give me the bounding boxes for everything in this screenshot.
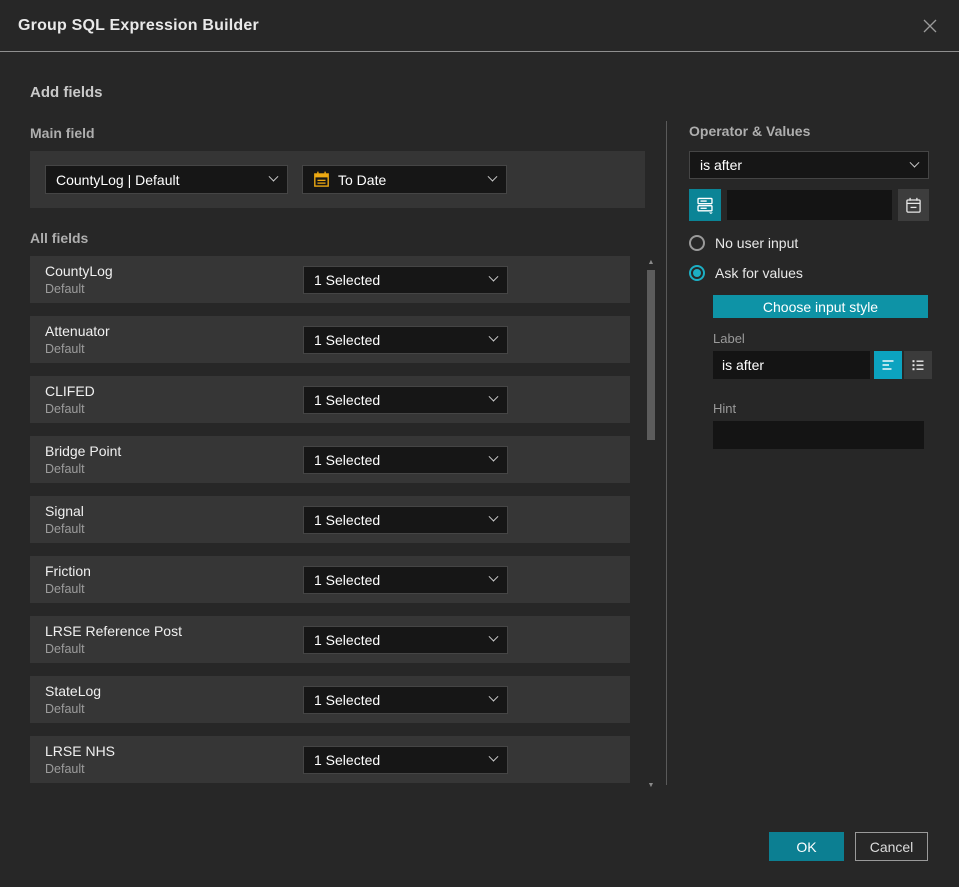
main-field-dropdown[interactable]: CountyLog | Default (45, 165, 288, 194)
chevron-down-icon (488, 391, 499, 402)
radio-ask-for-values-label: Ask for values (715, 265, 803, 281)
field-selection-dropdown[interactable]: 1 Selected (303, 745, 508, 774)
scroll-up-icon[interactable]: ▲ (646, 259, 656, 266)
radio-no-user-input[interactable]: No user input (689, 235, 932, 251)
field-selection-value: 1 Selected (314, 391, 381, 408)
field-row: LRSE Reference Post Default 1 Selected (30, 616, 630, 663)
field-selection-value: 1 Selected (314, 631, 381, 648)
field-subtitle: Default (45, 702, 85, 716)
field-name: Signal (45, 503, 84, 519)
chevron-down-icon (488, 331, 499, 342)
label-input[interactable] (713, 351, 870, 379)
chevron-down-icon (488, 631, 499, 642)
operator-dropdown[interactable]: is after (689, 151, 929, 179)
radio-selected-icon (689, 265, 705, 281)
operator-dropdown-value: is after (700, 157, 743, 173)
chevron-down-icon (488, 571, 499, 582)
main-field-dropdown-value: CountyLog | Default (56, 171, 180, 188)
field-selection-dropdown[interactable]: 1 Selected (303, 325, 508, 354)
field-selection-dropdown[interactable]: 1 Selected (303, 385, 508, 414)
operator-values-panel: Operator & Values is after No user input… (667, 103, 932, 796)
field-name: LRSE NHS (45, 743, 116, 759)
field-subtitle: Default (45, 462, 85, 476)
scroll-down-icon[interactable]: ▼ (646, 782, 656, 789)
field-selection-value: 1 Selected (314, 571, 381, 588)
all-fields-label: All fields (30, 230, 89, 246)
field-selection-dropdown[interactable]: 1 Selected (303, 445, 508, 474)
field-row: CLIFED Default 1 Selected (30, 376, 630, 423)
list-scrollbar[interactable]: ▲ ▼ (646, 256, 656, 789)
main-field-label: Main field (30, 125, 95, 141)
field-selection-dropdown[interactable]: 1 Selected (303, 685, 508, 714)
main-field-panel: CountyLog | Default To Date (30, 151, 645, 208)
all-fields-list: CountyLog Default 1 Selected Attenuator … (30, 256, 656, 789)
calendar-icon (313, 171, 330, 188)
chevron-down-icon (488, 451, 499, 462)
field-name: CountyLog (45, 263, 113, 279)
label-label: Label (713, 331, 745, 346)
chevron-down-icon (488, 511, 499, 522)
field-name: Attenuator (45, 323, 110, 339)
field-selection-value: 1 Selected (314, 271, 381, 288)
field-name: CLIFED (45, 383, 95, 399)
field-row: Attenuator Default 1 Selected (30, 316, 630, 363)
close-icon[interactable] (919, 15, 941, 37)
field-subtitle: Default (45, 342, 85, 356)
field-selection-value: 1 Selected (314, 511, 381, 528)
align-left-icon[interactable] (874, 351, 902, 379)
hint-label: Hint (713, 401, 737, 416)
field-selection-value: 1 Selected (314, 451, 381, 468)
chevron-down-icon (488, 691, 499, 702)
operator-values-heading: Operator & Values (689, 123, 811, 139)
field-subtitle: Default (45, 522, 85, 536)
chevron-down-icon (488, 751, 499, 762)
chevron-down-icon (268, 171, 279, 182)
value-source-button[interactable] (689, 189, 721, 221)
choose-input-style-button[interactable]: Choose input style (713, 295, 928, 318)
chevron-down-icon (488, 271, 499, 282)
field-row: Bridge Point Default 1 Selected (30, 436, 630, 483)
field-selection-value: 1 Selected (314, 751, 381, 768)
field-name: Friction (45, 563, 91, 579)
field-subtitle: Default (45, 402, 85, 416)
field-selection-dropdown[interactable]: 1 Selected (303, 505, 508, 534)
field-selection-dropdown[interactable]: 1 Selected (303, 265, 508, 294)
field-subtitle: Default (45, 582, 85, 596)
radio-ask-for-values[interactable]: Ask for values (689, 265, 932, 281)
field-row: LRSE NHS Default 1 Selected (30, 736, 630, 783)
chevron-down-icon (487, 171, 498, 182)
field-name: StateLog (45, 683, 102, 699)
chevron-down-icon (909, 157, 920, 168)
dialog-body: Add fields Main field CountyLog | Defaul… (0, 52, 959, 796)
radio-no-user-input-label: No user input (715, 235, 799, 251)
date-value-input[interactable] (727, 190, 892, 220)
field-selection-value: 1 Selected (314, 331, 381, 348)
field-row: StateLog Default 1 Selected (30, 676, 630, 723)
field-subtitle: Default (45, 762, 85, 776)
radio-circle-icon (689, 235, 705, 251)
field-selection-dropdown[interactable]: 1 Selected (303, 565, 508, 594)
add-fields-heading: Add fields (30, 84, 103, 101)
field-row: Signal Default 1 Selected (30, 496, 630, 543)
field-row: CountyLog Default 1 Selected (30, 256, 630, 303)
dialog-title: Group SQL Expression Builder (18, 16, 259, 34)
date-type-dropdown[interactable]: To Date (302, 165, 507, 194)
scrollbar-thumb[interactable] (647, 270, 655, 440)
ok-button[interactable]: OK (769, 832, 844, 861)
cancel-button[interactable]: Cancel (855, 832, 928, 861)
bullet-list-icon[interactable] (904, 351, 932, 379)
field-row: Friction Default 1 Selected (30, 556, 630, 603)
field-subtitle: Default (45, 282, 85, 296)
dialog-footer: OK Cancel (769, 832, 928, 861)
field-selection-value: 1 Selected (314, 691, 381, 708)
hint-input[interactable] (713, 421, 924, 449)
field-name: Bridge Point (45, 443, 122, 459)
date-type-dropdown-value: To Date (338, 171, 387, 188)
calendar-picker-button[interactable] (898, 189, 929, 221)
fields-column: Main field CountyLog | Default To Date A… (30, 103, 656, 796)
field-subtitle: Default (45, 642, 85, 656)
field-selection-dropdown[interactable]: 1 Selected (303, 625, 508, 654)
field-name: LRSE Reference Post (45, 623, 182, 639)
dialog-header: Group SQL Expression Builder (0, 0, 959, 52)
